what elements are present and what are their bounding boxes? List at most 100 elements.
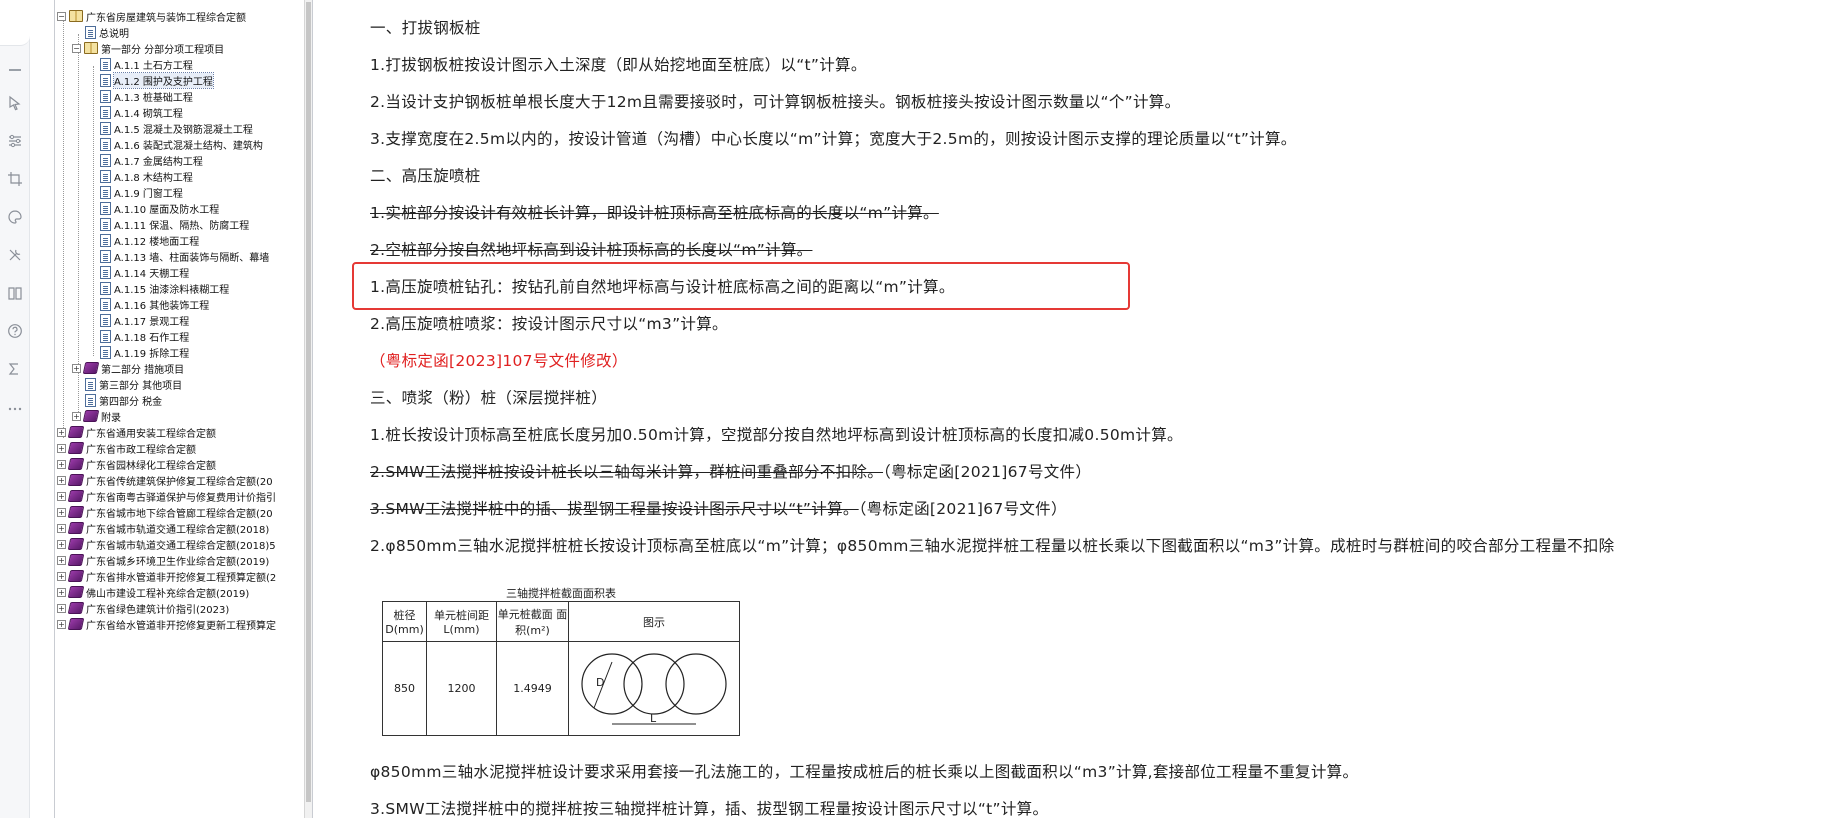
expand-icon[interactable]: + (57, 427, 66, 437)
tree-section[interactable]: A.1.13 墙、柱面装饰与隔断、幕墙 (100, 248, 269, 264)
tree-item-general[interactable]: 总说明 (85, 24, 129, 40)
book-icon (67, 474, 85, 486)
expand-icon[interactable]: + (57, 587, 66, 597)
scrollbar-thumb[interactable] (306, 2, 311, 802)
paragraph: φ850mm三轴水泥搅拌桩设计要求采用套接一孔法施工的，工程量按成桩后的桩长乘以… (370, 763, 1359, 781)
deleted-paragraph: 2.空桩部分按自然地坪标高到设计桩顶标高的长度以“m”计算。 (370, 241, 813, 259)
collapse-icon[interactable]: − (72, 43, 81, 53)
document-icon (100, 105, 111, 119)
deleted-paragraph: 1.实桩部分按设计有效桩长计算，即设计桩顶标高至桩底标高的长度以“m”计算。 (370, 204, 939, 222)
paragraph: 1.打拔钢板桩按设计图示入土深度（即从始挖地面至桩底）以“t”计算。 (370, 56, 867, 74)
tree-item-part4[interactable]: 第四部分 税金 (85, 392, 162, 408)
tree-section[interactable]: A.1.3 桩基础工程 (100, 88, 193, 104)
document-icon (100, 153, 111, 167)
tree-section[interactable]: A.1.7 金属结构工程 (100, 152, 203, 168)
tree-section[interactable]: A.1.1 土石方工程 (100, 56, 193, 72)
header-cell: 桩径 D(mm) (382, 601, 427, 642)
document-icon (100, 185, 111, 199)
tree-section[interactable]: A.1.14 天棚工程 (100, 264, 189, 280)
expand-icon[interactable]: + (72, 411, 81, 421)
tree-item-part2[interactable]: + 第二部分 措施项目 (72, 360, 184, 376)
tree-root-item[interactable]: + 广东省市政工程综合定额 (57, 440, 196, 456)
document-icon (85, 377, 96, 391)
palette-icon[interactable] (7, 209, 23, 225)
tree-section[interactable]: A.1.8 木结构工程 (100, 168, 193, 184)
tree-item-part3[interactable]: 第三部分 其他项目 (85, 376, 182, 392)
cursor-icon[interactable] (7, 95, 23, 111)
tree-section[interactable]: A.1.10 屋面及防水工程 (100, 200, 219, 216)
expand-icon[interactable]: + (57, 603, 66, 613)
expand-icon[interactable]: + (57, 539, 66, 549)
tree-section[interactable]: A.1.18 石作工程 (100, 328, 189, 344)
document-icon (100, 57, 111, 71)
heading-steel-sheet-pile: 一、打拔钢板桩 (370, 19, 481, 37)
tree-root-item[interactable]: + 广东省城市轨道交通工程综合定额(2018) (57, 520, 269, 536)
tools-icon[interactable] (7, 247, 23, 263)
tree-item-part1[interactable]: − 第一部分 分部分项工程项目 (72, 40, 224, 56)
tree-root-item[interactable]: + 广东省绿色建筑计价指引(2023) (57, 600, 229, 616)
crop-icon[interactable] (7, 171, 23, 187)
book-icon (82, 362, 100, 374)
tree-root-item[interactable]: + 广东省城乡环境卫生作业综合定额(2019) (57, 552, 269, 568)
document-icon (100, 233, 111, 247)
expand-icon[interactable]: + (57, 619, 66, 629)
more-icon[interactable] (7, 401, 23, 417)
tree-section[interactable]: A.1.4 砌筑工程 (100, 104, 183, 120)
minimize-icon[interactable] (9, 69, 21, 71)
book-icon (67, 538, 85, 550)
tree-section[interactable]: A.1.17 景观工程 (100, 312, 189, 328)
tree-scrollbar[interactable] (304, 0, 312, 818)
book-icon[interactable] (7, 285, 23, 301)
header-cell: 单元桩截面 面积(m²) (496, 601, 569, 642)
panel-splitter[interactable] (312, 0, 326, 818)
book-icon (67, 506, 85, 518)
expand-icon[interactable]: + (57, 571, 66, 581)
tree-root-item[interactable]: + 广东省南粤古驿道保护与修复费用计价指引 (57, 488, 276, 504)
expand-icon[interactable]: + (57, 507, 66, 517)
collapse-icon[interactable]: − (57, 11, 66, 21)
paragraph: 2.高压旋喷桩喷浆：按设计图示尺寸以“m3”计算。 (370, 315, 728, 333)
document-icon (100, 265, 111, 279)
document-icon (100, 89, 111, 103)
formula-icon[interactable] (7, 361, 23, 377)
tree-root-item[interactable]: + 广东省排水管道非开挖修复工程预算定额(2 (57, 568, 276, 584)
tree-section[interactable]: A.1.9 门窗工程 (100, 184, 183, 200)
rail-tab[interactable] (0, 0, 30, 46)
section-area-table: 三轴搅拌桩截面面积表 桩径 D(mm) 单元桩间距 L(mm) 单元桩截面 面积… (382, 585, 740, 736)
tree-root-item[interactable]: + 广东省传统建筑保护修复工程综合定额(20 (57, 472, 273, 488)
tree-root-item[interactable]: + 广东省给水管道非开挖修复更新工程预算定 (57, 616, 276, 632)
expand-icon[interactable]: + (57, 459, 66, 469)
tree-section[interactable]: A.1.6 装配式混凝土结构、建筑构 (100, 136, 263, 152)
tree-root-item[interactable]: + 广东省城市地下综合管廊工程综合定额(20 (57, 504, 273, 520)
tree-section[interactable]: A.1.15 油漆涂料裱糊工程 (100, 280, 229, 296)
expand-icon[interactable]: + (57, 443, 66, 453)
tree-section[interactable]: A.1.12 楼地面工程 (100, 232, 199, 248)
tree-section[interactable]: A.1.5 混凝土及钢筋混凝土工程 (100, 120, 253, 136)
paragraph-with-deletion: 3.SMW工法搅拌桩中的插、拔型钢工程量按设计图示尺寸以“t”计算。（粤标定函[… (370, 497, 1067, 519)
tree-section[interactable]: A.1.16 其他装饰工程 (100, 296, 209, 312)
tree-root-item[interactable]: + 佛山市建设工程补充综合定额(2019) (57, 584, 249, 600)
tree-section[interactable]: A.1.11 保温、隔热、防腐工程 (100, 216, 249, 232)
expand-icon[interactable]: + (57, 555, 66, 565)
book-icon (67, 426, 85, 438)
expand-icon[interactable]: + (57, 491, 66, 501)
expand-icon[interactable]: + (72, 363, 81, 373)
header-cell: 图示 (568, 601, 740, 642)
diameter-label: D (596, 676, 604, 689)
tree-root-item[interactable]: + 广东省园林绿化工程综合定额 (57, 456, 216, 472)
tree-root[interactable]: − 广东省房屋建筑与装饰工程综合定额 (57, 8, 246, 24)
paragraph: 2.当设计支护钢板桩单根长度大于12m且需要接驳时，可计算钢板桩接头。钢板桩接头… (370, 93, 1181, 111)
tree-root-item[interactable]: + 广东省通用安装工程综合定额 (57, 424, 216, 440)
book-open-icon (84, 42, 98, 54)
expand-icon[interactable]: + (57, 523, 66, 533)
help-icon[interactable] (7, 323, 23, 339)
book-icon (67, 570, 85, 582)
document-icon (85, 393, 96, 407)
sliders-icon[interactable] (7, 133, 23, 149)
tree-section[interactable]: A.1.19 拆除工程 (100, 344, 189, 360)
tree-root-item[interactable]: + 广东省城市轨道交通工程综合定额(2018)5 (57, 536, 276, 552)
expand-icon[interactable]: + (57, 475, 66, 485)
tree-item-appendix[interactable]: + 附录 (72, 408, 121, 424)
paragraph: 1.桩长按设计顶标高至桩底长度另加0.50m计算，空搅部分按自然地坪标高到设计桩… (370, 426, 1183, 444)
tree-section-selected[interactable]: A.1.2 围护及支护工程 (100, 71, 214, 89)
